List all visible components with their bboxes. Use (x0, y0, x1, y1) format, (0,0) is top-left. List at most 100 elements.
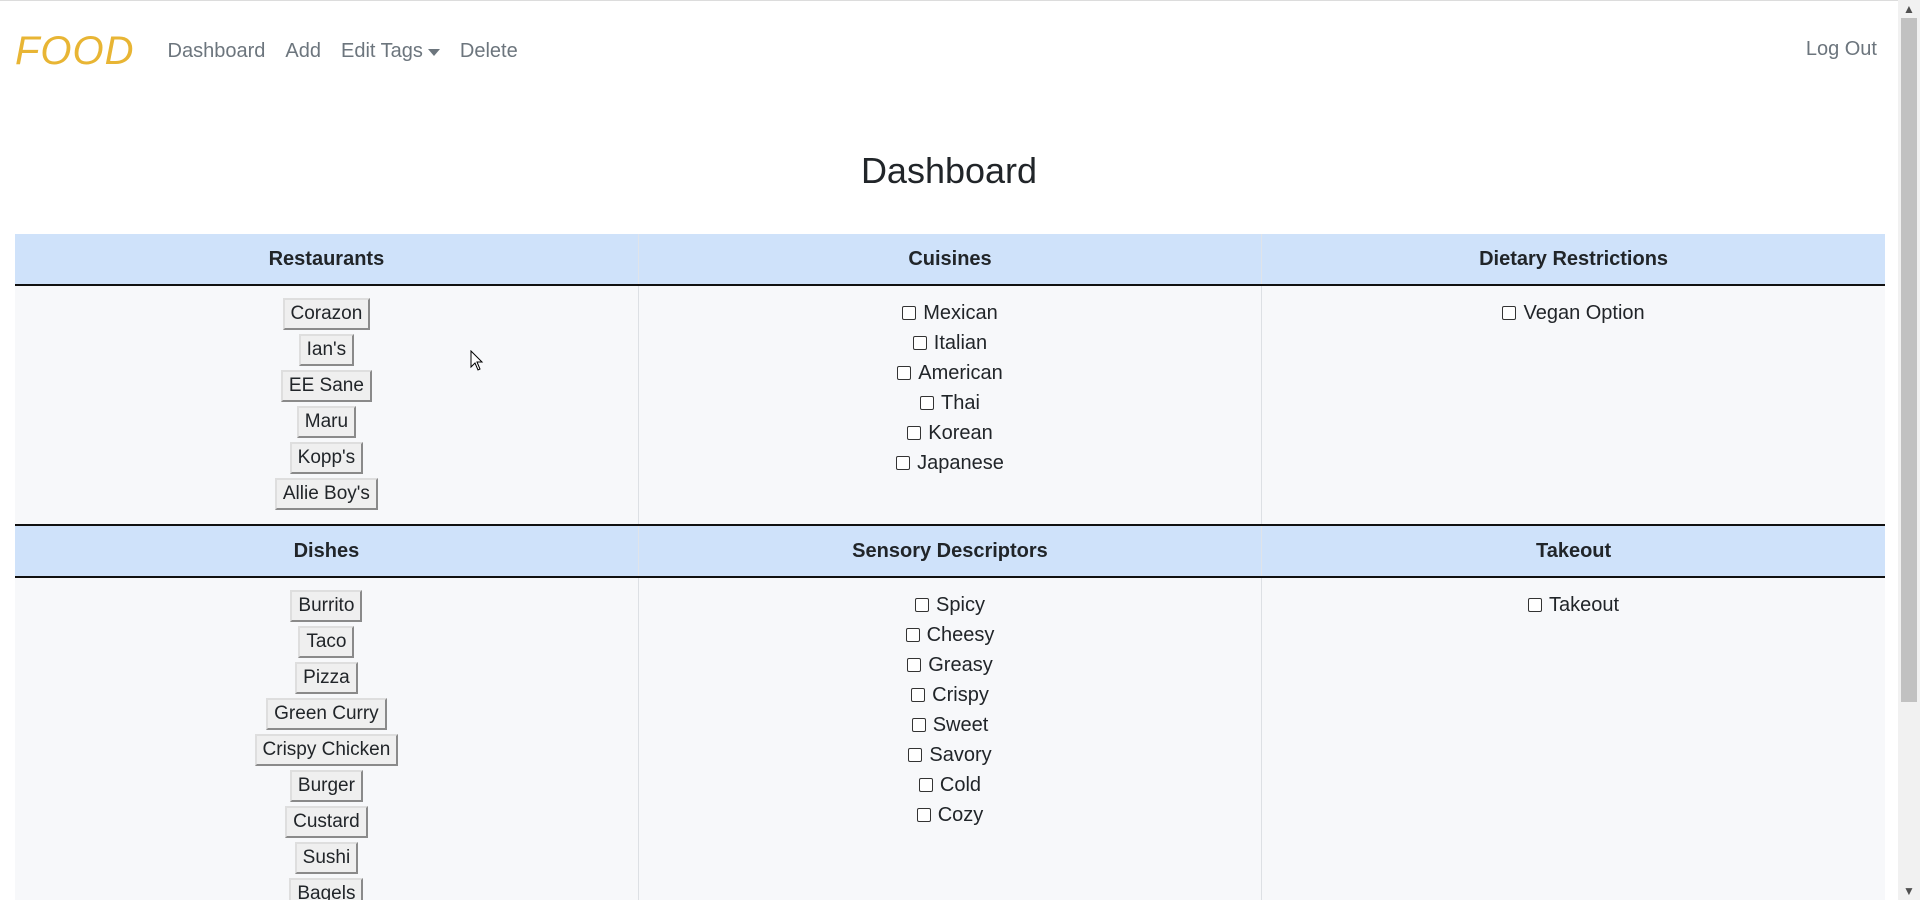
takeout-cell: Takeout (1261, 577, 1885, 900)
sensory-label: Cozy (937, 803, 984, 826)
sensory-label: Spicy (936, 593, 985, 616)
sensory-checkbox[interactable] (915, 598, 930, 612)
restaurant-button[interactable]: Ian's (298, 334, 355, 366)
nav-add-link[interactable]: Add (285, 40, 321, 63)
page-title: Dashboard (860, 150, 1038, 191)
sensory-label: Cheesy (926, 623, 995, 646)
sensory-label: Greasy (928, 653, 993, 676)
sensory-checkbox[interactable] (908, 748, 923, 762)
cuisine-checkbox[interactable] (902, 306, 917, 320)
dietary-cell: Vegan Option (1261, 285, 1885, 526)
cuisine-checkbox-row[interactable]: Italian (912, 328, 988, 358)
dishes-list: Burrito Taco Pizza Green Curry Crispy Chicke… (15, 590, 638, 900)
sensory-checkbox[interactable] (907, 658, 922, 672)
takeout-checkbox-row[interactable]: Takeout (1528, 590, 1619, 620)
sensory-checkbox[interactable] (911, 718, 926, 732)
sensory-checkbox-row[interactable]: Cheesy (905, 620, 995, 650)
sensory-checkbox-row[interactable]: Savory (908, 740, 992, 770)
sensory-checkbox-row[interactable]: Crispy (911, 680, 989, 710)
sensory-checkbox[interactable] (918, 778, 933, 792)
nav-delete-link[interactable]: Delete (460, 40, 518, 63)
takeout-header: Takeout (1261, 525, 1885, 578)
cuisine-checkbox-row[interactable]: Mexican (902, 298, 998, 328)
cuisine-label: Italian (933, 331, 988, 354)
cuisine-checkbox[interactable] (896, 456, 911, 470)
dish-button[interactable]: Green Curry (266, 698, 387, 730)
takeout-label: Takeout (1549, 593, 1620, 616)
dishes-header: Dishes (15, 525, 639, 578)
cuisines-list: Mexican Italian American Thai Korean Japanese (639, 298, 1261, 478)
cuisine-checkbox[interactable] (907, 426, 922, 440)
vertical-scrollbar[interactable]: ▲ ▼ (1898, 0, 1920, 900)
page: FOOD Dashboard Add Edit Tags Delete Log … (0, 0, 1898, 900)
dishes-cell: Burrito Taco Pizza Green Curry Crispy Chicke… (15, 577, 639, 900)
dish-button[interactable]: Sushi (294, 842, 359, 874)
dish-button[interactable]: Burrito (290, 590, 363, 622)
sensory-label: Cold (939, 773, 982, 796)
brand-logo[interactable]: FOOD (15, 29, 135, 74)
dietary-label: Vegan Option (1523, 301, 1645, 324)
cuisine-checkbox[interactable] (897, 366, 912, 380)
dish-button[interactable]: Burger (289, 770, 363, 802)
cuisine-checkbox[interactable] (912, 336, 927, 350)
chevron-up-icon[interactable]: ▲ (1898, 0, 1920, 18)
sensory-cell: Spicy Cheesy Greasy Crispy Sweet Savory Cold Co… (637, 577, 1262, 900)
cuisine-label: Thai (941, 391, 980, 414)
restaurant-button[interactable]: EE Sane (280, 370, 372, 402)
dish-button[interactable]: Custard (285, 806, 368, 838)
restaurant-button[interactable]: Maru (296, 406, 357, 438)
sensory-checkbox-row[interactable]: Sweet (911, 710, 989, 740)
cuisine-checkbox-row[interactable]: Japanese (896, 448, 1004, 478)
sensory-checkbox[interactable] (905, 628, 920, 642)
body-row-1: Corazon Ian's EE Sane Maru Kopp's Allie Boy's… (15, 285, 1885, 526)
nav-edit-tags-label: Edit Tags (340, 39, 423, 62)
restaurants-cell: Corazon Ian's EE Sane Maru Kopp's Allie Boy's (15, 285, 639, 526)
cuisine-label: Japanese (917, 451, 1004, 474)
dish-button[interactable]: Crispy Chicken (254, 734, 399, 766)
cuisine-label: Korean (928, 421, 993, 444)
nav-edit-tags-dropdown[interactable]: Edit Tags (341, 40, 440, 63)
mouse-pointer-icon (470, 350, 484, 371)
restaurant-button[interactable]: Allie Boy's (274, 478, 378, 510)
sensory-checkbox[interactable] (916, 808, 931, 822)
cuisines-header: Cuisines (637, 234, 1262, 286)
sensory-list: Spicy Cheesy Greasy Crispy Sweet Savory Cold Co… (639, 590, 1261, 830)
caret-down-icon (427, 48, 440, 56)
logout-link[interactable]: Log Out (1806, 38, 1877, 61)
cuisine-label: American (918, 361, 1003, 384)
takeout-list: Takeout (1262, 590, 1885, 620)
body-row-2: Burrito Taco Pizza Green Curry Crispy Chicke… (15, 577, 1885, 900)
nav-dashboard-link[interactable]: Dashboard (168, 40, 266, 63)
header-row-1: Restaurants Cuisines Dietary Restriction… (15, 234, 1885, 286)
sensory-label: Crispy (932, 683, 989, 706)
restaurants-header: Restaurants (15, 234, 639, 286)
dashboard-grid: Restaurants Cuisines Dietary Restriction… (15, 234, 1885, 900)
sensory-checkbox-row[interactable]: Cozy (916, 800, 984, 830)
restaurant-button[interactable]: Kopp's (289, 442, 364, 474)
cuisines-cell: Mexican Italian American Thai Korean Japanese (637, 285, 1262, 526)
cuisine-checkbox-row[interactable]: American (897, 358, 1003, 388)
sensory-checkbox[interactable] (911, 688, 926, 702)
sensory-label: Sweet (932, 713, 989, 736)
cuisine-checkbox-row[interactable]: Thai (920, 388, 980, 418)
dietary-header: Dietary Restrictions (1261, 234, 1885, 286)
restaurants-list: Corazon Ian's EE Sane Maru Kopp's Allie Boy's (15, 298, 638, 514)
takeout-checkbox[interactable] (1528, 598, 1543, 612)
chevron-down-icon[interactable]: ▼ (1898, 882, 1920, 900)
restaurant-button[interactable]: Corazon (282, 298, 371, 330)
dish-button[interactable]: Bagels (289, 878, 364, 900)
sensory-checkbox-row[interactable]: Greasy (907, 650, 993, 680)
dish-button[interactable]: Taco (298, 626, 355, 658)
scrollbar-thumb[interactable] (1901, 18, 1917, 702)
navbar: FOOD Dashboard Add Edit Tags Delete Log … (0, 0, 1898, 102)
dish-button[interactable]: Pizza (295, 662, 358, 694)
sensory-header: Sensory Descriptors (637, 525, 1262, 578)
sensory-checkbox-row[interactable]: Cold (918, 770, 982, 800)
dietary-checkbox[interactable] (1502, 306, 1517, 320)
sensory-checkbox-row[interactable]: Spicy (915, 590, 985, 620)
dashboard-table: Restaurants Cuisines Dietary Restriction… (15, 234, 1885, 900)
cuisine-checkbox-row[interactable]: Korean (907, 418, 993, 448)
cuisine-checkbox[interactable] (920, 396, 935, 410)
dietary-checkbox-row[interactable]: Vegan Option (1502, 298, 1645, 328)
cuisine-label: Mexican (923, 301, 998, 324)
